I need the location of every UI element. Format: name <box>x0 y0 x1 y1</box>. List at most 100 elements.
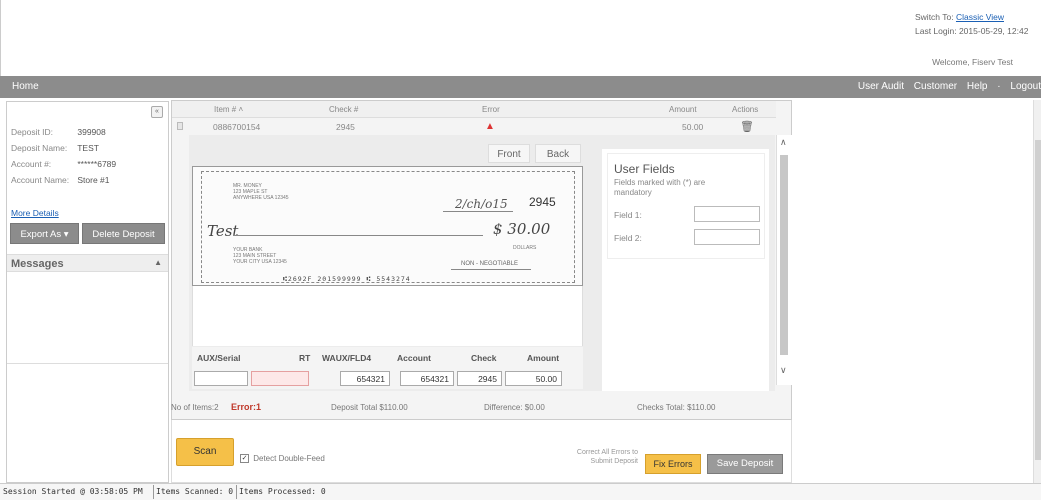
error-count[interactable]: Error:1 <box>231 402 261 412</box>
deposit-id-label: Deposit ID: <box>11 127 54 137</box>
checks-total: Checks Total: $110.00 <box>637 403 716 412</box>
items-panel: Item # ˄ Check # Error Amount Actions 08… <box>171 100 792 420</box>
switch-to-label: Switch To: <box>915 12 954 22</box>
field-1-label: Field 1: <box>614 210 642 220</box>
error-warning-icon[interactable]: ▲ <box>485 121 495 132</box>
detect-double-feed[interactable]: ✓ Detect Double-Feed <box>240 454 325 464</box>
check-header: Check <box>471 353 497 363</box>
front-button[interactable]: Front <box>488 144 530 163</box>
scan-button[interactable]: Scan <box>176 438 234 466</box>
last-login: Last Login: 2015-05-29, 12:42 <box>915 26 1029 36</box>
items-count: No of Items:2 <box>171 403 219 412</box>
signature-line <box>451 269 531 270</box>
nav-help[interactable]: Help <box>967 81 988 92</box>
account-field[interactable]: 654321 <box>400 371 454 386</box>
messages-header[interactable]: Messages ▲ <box>7 254 168 272</box>
field-2-label: Field 2: <box>614 233 642 243</box>
action-bar: Scan ✓ Detect Double-Feed Correct All Er… <box>171 420 792 483</box>
check-fields-table: AUX/Serial RT WAUX/FLD4 Account Check Am… <box>192 347 583 389</box>
save-deposit-button[interactable]: Save Deposit <box>707 454 783 474</box>
status-separator <box>153 485 154 499</box>
deposit-id-value: 399908 <box>77 127 106 137</box>
rt-field[interactable] <box>251 371 309 386</box>
check-payee: Test <box>207 222 239 240</box>
aux-serial-header: AUX/Serial <box>197 353 241 363</box>
nav-logout[interactable]: Logout <box>1010 81 1041 92</box>
nav-customer[interactable]: Customer <box>914 81 957 92</box>
table-row[interactable]: 0886700154 2945 ▲ 50.00 🗑 <box>172 118 776 135</box>
correct-errors-note: Correct All Errors to Submit Deposit <box>576 449 638 465</box>
right-blank-pane <box>796 100 1041 483</box>
items-scrollbar[interactable]: ∧ ∨ <box>776 135 792 385</box>
messages-divider <box>7 363 168 364</box>
check-date: 2/ch/o15 <box>455 197 508 211</box>
double-feed-label: Detect Double-Feed <box>253 454 325 463</box>
user-fields-title: User Fields <box>614 162 675 176</box>
dollars-label: DOLLARS <box>513 245 537 251</box>
nav-home[interactable]: Home <box>12 81 39 92</box>
waux-field[interactable]: 654321 <box>340 371 390 386</box>
export-as-label: Export As <box>20 229 62 240</box>
item-detail: Front Back MR. MONEY 123 MAPLE ST ANYWHERE… <box>189 135 775 391</box>
check-image: MR. MONEY 123 MAPLE ST ANYWHERE USA 12345 … <box>192 166 583 286</box>
collapse-arrow-icon[interactable]: ▲ <box>154 258 162 267</box>
check-amount-box: $ 30.00 <box>493 220 551 238</box>
col-amount[interactable]: Amount <box>669 105 697 114</box>
page-scrollbar[interactable] <box>1033 100 1041 483</box>
col-item[interactable]: Item # ˄ <box>214 105 243 114</box>
col-error[interactable]: Error <box>482 105 500 114</box>
col-check[interactable]: Check # <box>329 105 358 114</box>
double-feed-checkbox[interactable]: ✓ <box>240 454 249 464</box>
check-number-field[interactable]: 2945 <box>457 371 502 386</box>
classic-view-link[interactable]: Classic View <box>956 12 1004 22</box>
field-1-input[interactable] <box>694 206 760 222</box>
top-header: Switch To: Classic View Last Login: 2015… <box>0 0 1041 76</box>
deposit-summary: No of Items:2 Error:1 Deposit Total $110… <box>171 400 781 417</box>
check-number-printed: 2945 <box>529 195 556 209</box>
account-number-label: Account #: <box>11 159 52 169</box>
deposit-name-row: Deposit Name: TEST <box>11 143 166 159</box>
collapse-icon[interactable]: « <box>151 106 163 118</box>
nav-user-audit[interactable]: User Audit <box>858 81 904 92</box>
amount-field[interactable]: 50.00 <box>505 371 562 386</box>
row-amount: 50.00 <box>682 122 704 132</box>
micr-line: ⑆2692F 201599999 ⑆ 5543274 <box>283 275 411 283</box>
messages-title: Messages <box>11 258 64 270</box>
row-item-number: 0886700154 <box>213 122 261 132</box>
row-handle[interactable] <box>177 122 183 130</box>
aux-serial-field[interactable] <box>194 371 248 386</box>
account-name-value: Store #1 <box>77 175 110 185</box>
delete-deposit-button[interactable]: Delete Deposit <box>82 223 165 244</box>
account-name-row: Account Name: Store #1 <box>11 175 166 191</box>
nav-bar: Home User Audit Customer Help · Logout <box>0 76 1041 98</box>
fix-errors-button[interactable]: Fix Errors <box>645 454 701 474</box>
page-scroll-thumb[interactable] <box>1035 140 1041 460</box>
scroll-down-icon[interactable]: ∨ <box>780 365 787 376</box>
export-as-button[interactable]: Export As ▾ <box>10 223 79 244</box>
back-button[interactable]: Back <box>535 144 581 163</box>
chevron-down-icon: ▾ <box>63 229 69 240</box>
account-number-row: Account #: ******6789 <box>11 159 166 175</box>
deposit-panel: « Deposit ID: 399908 Deposit Name: TEST … <box>6 101 169 483</box>
deposit-name-label: Deposit Name: <box>11 143 68 153</box>
more-details-link[interactable]: More Details <box>11 208 59 218</box>
session-started: Session Started @ 03:58:05 PM <box>3 487 143 496</box>
deposit-total: Deposit Total $110.00 <box>331 403 408 412</box>
check-drawer-block: MR. MONEY 123 MAPLE ST ANYWHERE USA 12345 <box>233 183 289 201</box>
items-processed: Items Processed: 0 <box>239 487 326 496</box>
status-bar: Session Started @ 03:58:05 PM Items Scan… <box>0 483 1041 500</box>
trash-icon[interactable]: 🗑 <box>740 120 754 133</box>
check-bank-block: YOUR BANK 123 MAIN STREET YOUR CITY USA 12… <box>233 247 287 265</box>
payee-line <box>233 235 483 236</box>
account-number-value: ******6789 <box>77 159 117 169</box>
field-2-input[interactable] <box>694 229 760 245</box>
scroll-up-icon[interactable]: ∧ <box>780 137 787 148</box>
waux-header: WAUX/FLD4 <box>322 353 372 363</box>
user-fields-note: Fields marked with (*) are mandatory <box>614 178 706 197</box>
nav-separator: · <box>997 81 1001 92</box>
non-negotiable: NON - NEGOTIABLE <box>461 261 519 267</box>
date-line <box>443 211 513 212</box>
grid-header: Item # ˄ Check # Error Amount Actions <box>172 101 776 118</box>
scroll-thumb[interactable] <box>780 155 788 355</box>
account-info: Switch To: Classic View Last Login: 2015… <box>915 10 1041 38</box>
